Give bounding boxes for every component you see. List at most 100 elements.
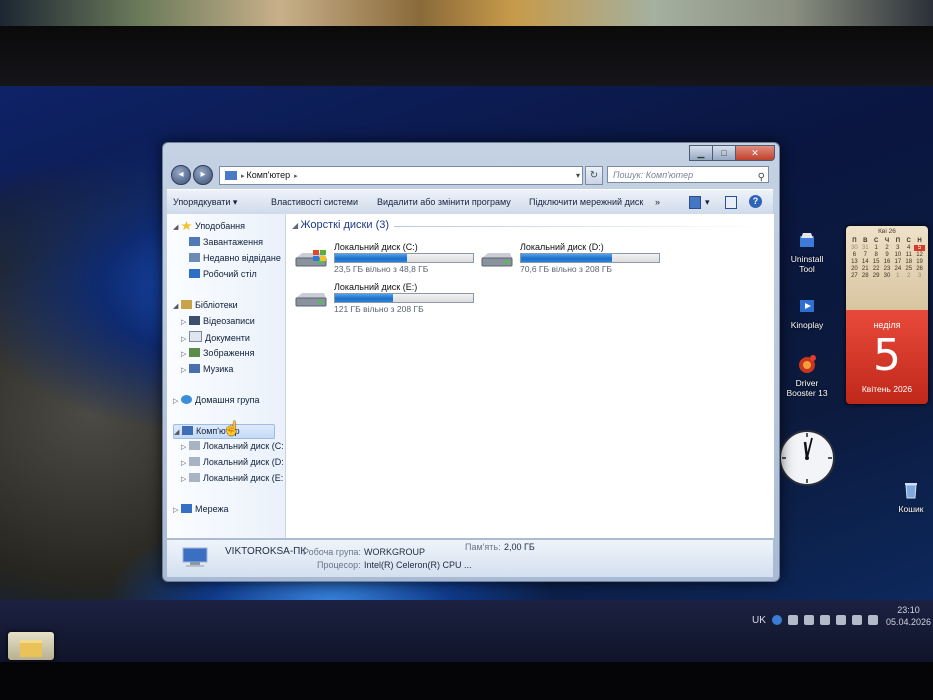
- calendar-day[interactable]: 14: [860, 259, 871, 265]
- uninstall-program-button[interactable]: Видалити або змінити програму: [377, 190, 511, 214]
- tray-clock[interactable]: 23:10 05.04.2026: [886, 604, 931, 628]
- calendar-weekday: Ч: [884, 238, 890, 244]
- monitor-icon[interactable]: [819, 615, 830, 625]
- clock-gadget[interactable]: [778, 420, 836, 496]
- nav-drive-c[interactable]: ▷ Локальний диск (C:: [181, 440, 284, 453]
- nav-favorites[interactable]: ◢ Уподобання: [173, 220, 245, 233]
- calendar-day[interactable]: 13: [849, 259, 860, 265]
- calendar-day[interactable]: 22: [871, 266, 882, 272]
- nav-recent[interactable]: Недавно відвідане: [189, 252, 281, 265]
- calendar-day[interactable]: 4: [903, 245, 914, 251]
- language-indicator[interactable]: UK: [752, 615, 766, 626]
- nav-videos[interactable]: ▷ Відеозаписи: [181, 315, 255, 328]
- calendar-day[interactable]: 9: [882, 252, 893, 258]
- view-dropdown-icon[interactable]: ▾: [705, 190, 710, 214]
- forward-button[interactable]: ▸: [193, 165, 213, 185]
- calendar-day[interactable]: 21: [860, 266, 871, 272]
- calendar-day[interactable]: 5: [914, 245, 925, 251]
- calendar-day[interactable]: 1: [892, 273, 903, 279]
- calendar-day[interactable]: 25: [903, 266, 914, 272]
- calendar-day[interactable]: 30: [882, 273, 893, 279]
- address-bar[interactable]: ▸ Комп'ютер ▸ ▾: [219, 166, 583, 185]
- calendar-day[interactable]: 18: [903, 259, 914, 265]
- calendar-day[interactable]: 26: [914, 266, 925, 272]
- calendar-day-panel: неділя 5 Квітень 2026: [846, 310, 928, 404]
- calendar-day[interactable]: 3: [892, 245, 903, 251]
- nav-libraries[interactable]: ◢ Бібліотеки: [173, 299, 238, 312]
- search-input[interactable]: Пошук: Комп'ютер ⚲: [607, 166, 769, 183]
- calendar-day[interactable]: 10: [892, 252, 903, 258]
- calendar-day[interactable]: 7: [860, 252, 871, 258]
- close-button[interactable]: ✕: [735, 145, 775, 161]
- help-icon[interactable]: ?: [749, 195, 762, 208]
- desktop-icon-kinoplay[interactable]: Kinoplay: [782, 296, 832, 330]
- nav-documents[interactable]: ▷ Документи: [181, 331, 250, 344]
- map-network-drive-button[interactable]: Підключити мережний диск: [529, 190, 643, 214]
- volume-icon[interactable]: [867, 615, 878, 625]
- calendar-day[interactable]: 11: [903, 252, 914, 258]
- calendar-day[interactable]: 1: [871, 245, 882, 251]
- nav-network[interactable]: ▷ Мережа: [173, 503, 229, 516]
- hard-drives-group-header[interactable]: ◢ Жорсткі диски (3): [292, 219, 389, 231]
- nav-homegroup[interactable]: ▷ Домашня група: [173, 394, 260, 407]
- nav-drive-e[interactable]: ▷ Локальний диск (E:: [181, 472, 283, 485]
- refresh-button[interactable]: ↻: [585, 166, 603, 185]
- network-status-icon[interactable]: [771, 615, 782, 625]
- drive-tile[interactable]: Локальний диск (C:) 23,5 ГБ вільно з 48,8…: [294, 242, 484, 280]
- nav-pictures[interactable]: ▷ Зображення: [181, 347, 254, 360]
- calendar-day[interactable]: 28: [860, 273, 871, 279]
- drive-tile[interactable]: Локальний диск (D:) 70,6 ГБ вільно з 208 …: [480, 242, 670, 280]
- nav-drive-d[interactable]: ▷ Локальний диск (D:: [181, 456, 284, 469]
- calendar-gadget[interactable]: Кві 26 П В С Ч П С Н 30 31 1 2 3 4 5 6 7 8 9 10 11 12 13 14 15 1…: [846, 226, 928, 404]
- calendar-day[interactable]: 2: [903, 273, 914, 279]
- tray-date: 05.04.2026: [886, 617, 932, 627]
- power-icon[interactable]: [851, 615, 862, 625]
- system-properties-button[interactable]: Властивості системи: [271, 190, 358, 214]
- nav-desktop[interactable]: Робочий стіл: [189, 268, 257, 281]
- calendar-day[interactable]: 29: [871, 273, 882, 279]
- signal-icon[interactable]: [835, 615, 846, 625]
- back-button[interactable]: ◂: [171, 165, 191, 185]
- minimize-button[interactable]: ▁: [689, 145, 713, 161]
- flag-icon[interactable]: [787, 615, 798, 625]
- nav-downloads[interactable]: Завантаження: [189, 236, 263, 249]
- calendar-day[interactable]: 6: [849, 252, 860, 258]
- more-commands-button[interactable]: »: [655, 190, 660, 214]
- downloads-icon: [189, 237, 200, 246]
- calendar-day[interactable]: 16: [882, 259, 893, 265]
- calendar-day[interactable]: 24: [892, 266, 903, 272]
- calendar-day[interactable]: 8: [871, 252, 882, 258]
- address-dropdown-icon[interactable]: ▾: [576, 167, 580, 184]
- calendar-grid: П В С Ч П С Н 30 31 1 2 3 4 5 6 7 8 9 10 11 12 13 14 15 16 17 18 19…: [849, 238, 925, 279]
- maximize-button[interactable]: □: [712, 145, 736, 161]
- nav-music[interactable]: ▷ Музика: [181, 363, 233, 376]
- drive-tile[interactable]: Локальний диск (E:) 121 ГБ вільно з 208 Г…: [294, 282, 484, 320]
- calendar-day[interactable]: 23: [882, 266, 893, 272]
- view-options-icon[interactable]: [689, 196, 701, 209]
- calendar-day[interactable]: 3: [914, 273, 925, 279]
- drive-usage-bar: [520, 253, 660, 263]
- speaker-icon[interactable]: [803, 615, 814, 625]
- monitor-bezel: [0, 26, 933, 86]
- desktop-icon-uninstall-tool[interactable]: Uninstall Tool: [782, 230, 832, 274]
- calendar-day[interactable]: 27: [849, 273, 860, 279]
- system-tray: UK: [752, 612, 878, 628]
- calendar-day[interactable]: 15: [871, 259, 882, 265]
- desktop-icon-driver-booster[interactable]: Driver Booster 13: [782, 354, 832, 398]
- calendar-day[interactable]: 30: [849, 245, 860, 251]
- taskbar-explorer-button[interactable]: [8, 632, 54, 660]
- drive-usage-fill: [521, 254, 613, 262]
- organize-label: Упорядкувати: [173, 197, 231, 207]
- calendar-day[interactable]: 20: [849, 266, 860, 272]
- preview-pane-icon[interactable]: [725, 196, 737, 209]
- calendar-day[interactable]: 2: [882, 245, 893, 251]
- calendar-day[interactable]: 19: [914, 259, 925, 265]
- calendar-day[interactable]: 17: [892, 259, 903, 265]
- calendar-day[interactable]: 12: [914, 252, 925, 258]
- desktop-icon-recycle-bin[interactable]: Кошик: [886, 480, 933, 514]
- calendar-day[interactable]: 31: [860, 245, 871, 251]
- organize-button[interactable]: Упорядкувати ▾: [173, 190, 237, 214]
- drive-name: Локальний диск (C:): [334, 242, 418, 252]
- calendar-day-name: неділя: [873, 320, 901, 330]
- workgroup-value: WORKGROUP: [364, 547, 426, 557]
